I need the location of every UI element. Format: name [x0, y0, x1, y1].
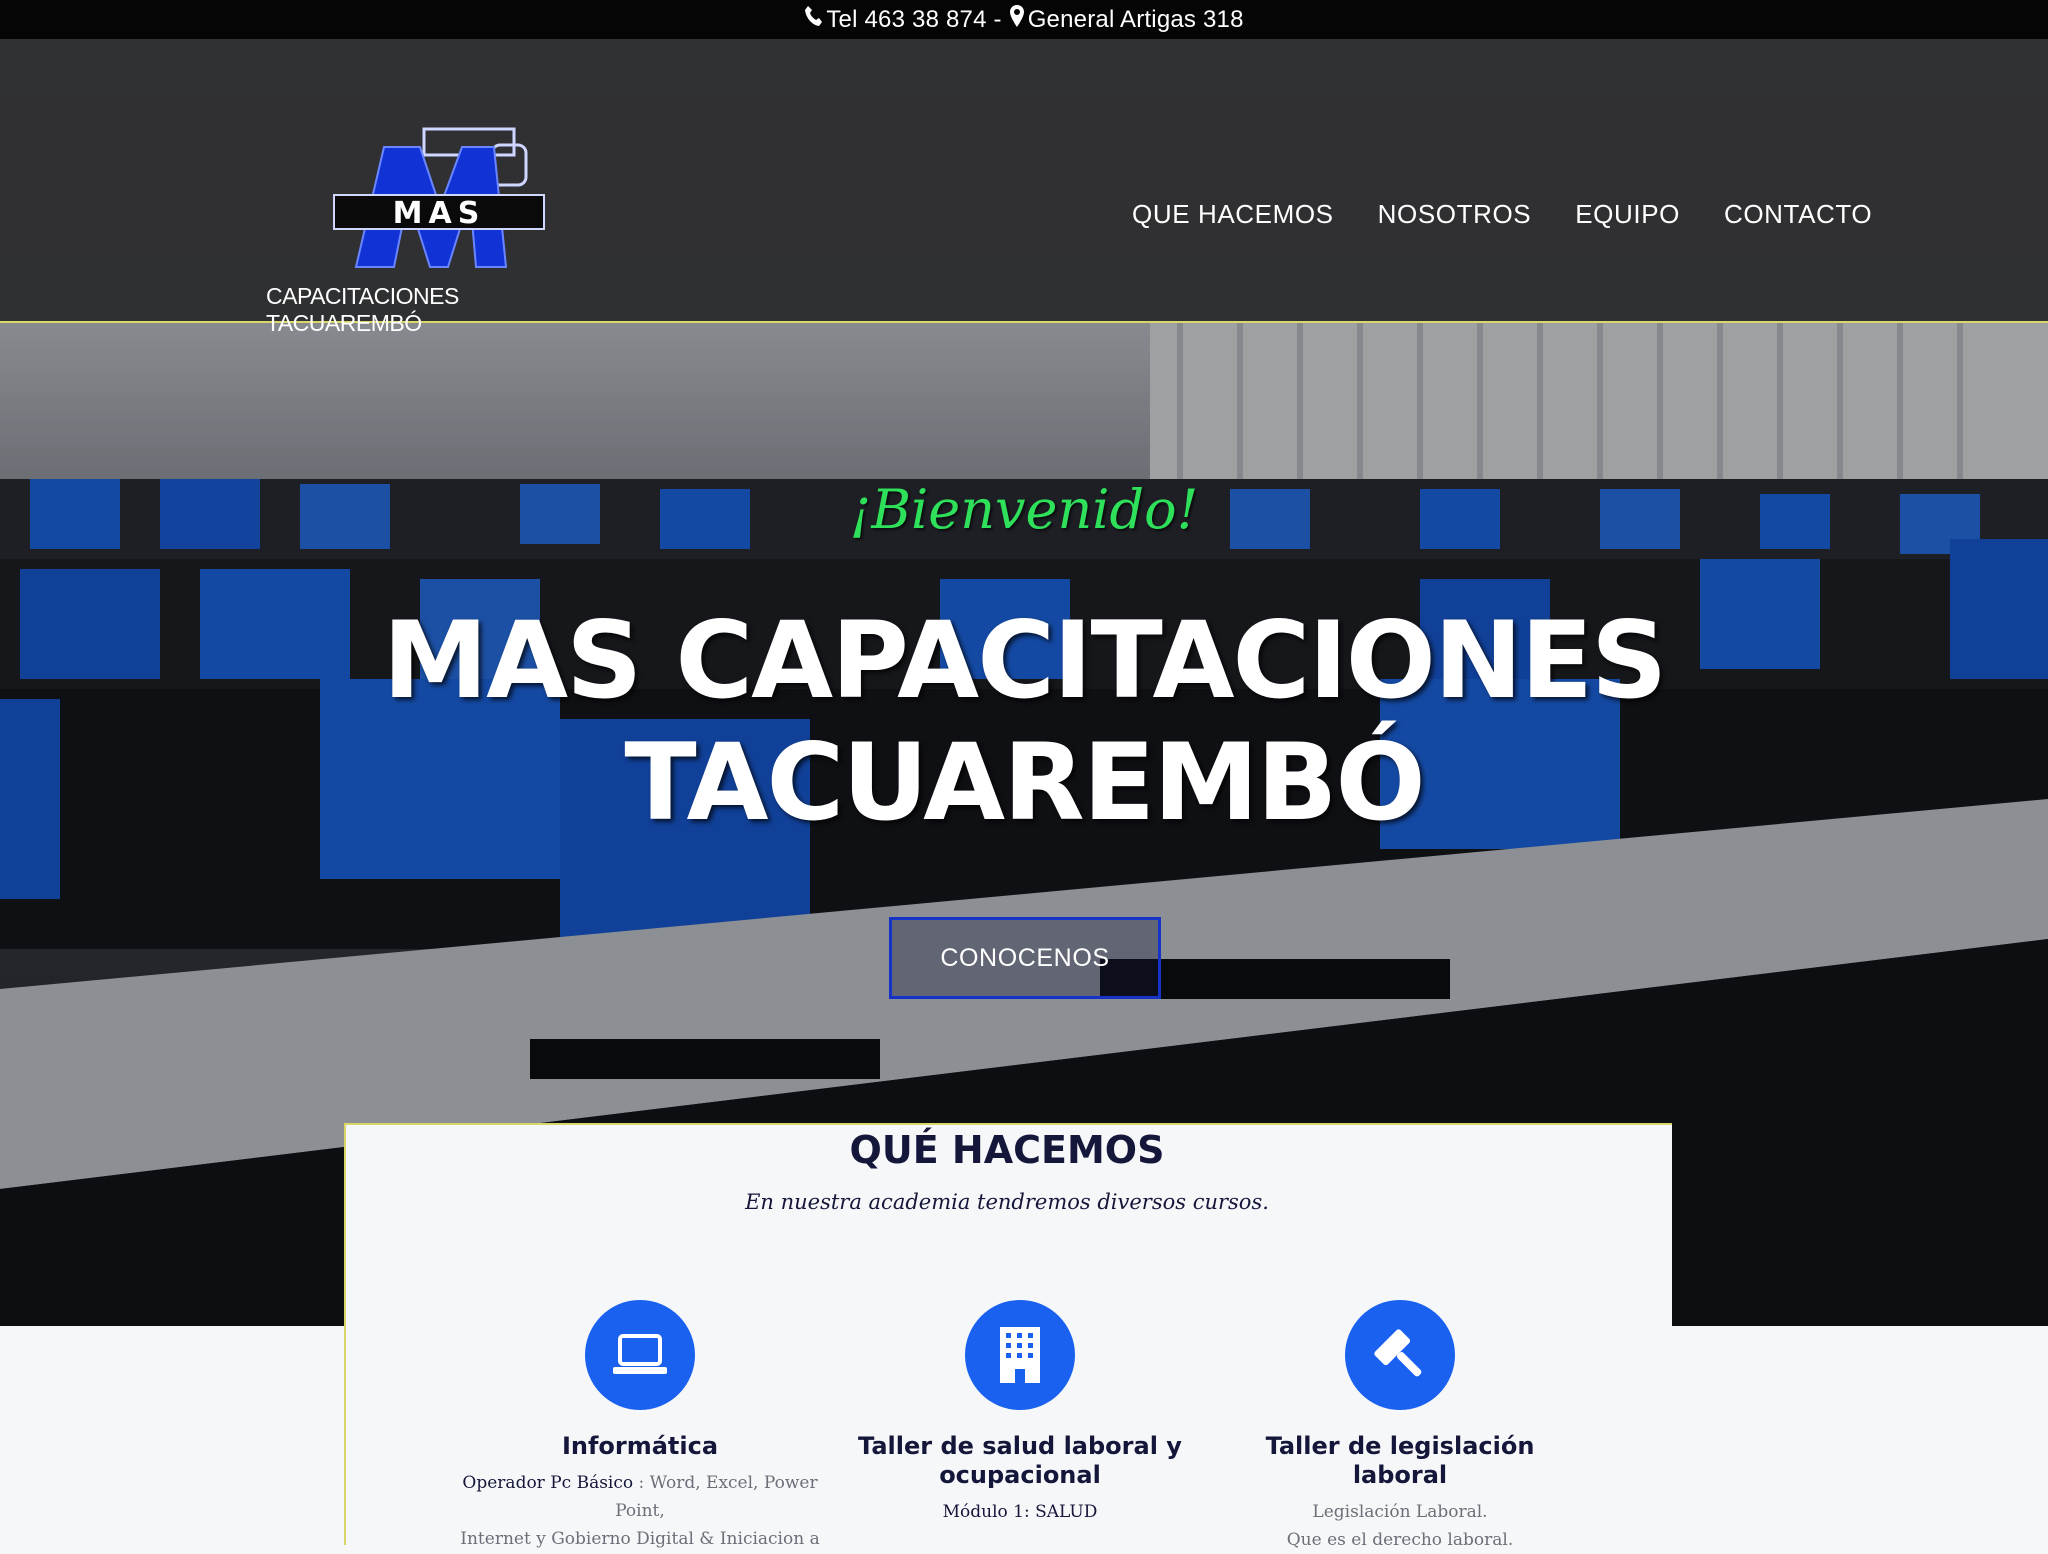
map-marker-icon: [1009, 5, 1024, 34]
card-text-line2: Internet y Gobierno Digital & Iniciacion…: [460, 1529, 820, 1549]
logo-caption: CAPACITACIONES TACUAREMBÓ: [266, 283, 459, 336]
conocenos-button[interactable]: CONOCENOS: [889, 917, 1161, 999]
nav-contacto[interactable]: CONTACTO: [1724, 199, 1872, 230]
card-informatica: Informática Operador Pc Básico : Word, E…: [455, 1300, 825, 1553]
nav-que-hacemos[interactable]: QUE HACEMOS: [1132, 199, 1334, 230]
card-title: Taller de legislación laboral: [1265, 1432, 1535, 1489]
hero-headline: MAS CAPACITACIONES TACUAREMBÓ: [0, 600, 2048, 844]
nav-nosotros[interactable]: NOSOTROS: [1378, 199, 1532, 230]
card-text-line1: Legislación Laboral.: [1312, 1502, 1488, 1522]
card-title: Informática: [561, 1432, 719, 1460]
nav-equipo[interactable]: EQUIPO: [1575, 199, 1680, 230]
card-legislacion-laboral: Taller de legislación laboral Legislació…: [1215, 1300, 1585, 1554]
laptop-icon: [585, 1300, 695, 1410]
card-text-line1: Módulo 1: SALUD: [942, 1502, 1098, 1522]
card-title: Taller de salud laboral y ocupacional: [858, 1432, 1182, 1489]
welcome-text: ¡Bienvenido!: [849, 478, 1199, 541]
card-text-rest: : Word, Excel, Power Point,: [615, 1473, 818, 1521]
phone-icon: [804, 5, 823, 34]
top-info-bar: Tel 463 38 874 - General Artigas 318: [0, 0, 2048, 40]
headline-line-2: TACUAREMBÓ: [624, 721, 1425, 844]
site-header: MAS CAPACITACIONES TACUAREMBÓ QUE HACEMO…: [0, 39, 2048, 336]
logo-mark: MAS: [333, 127, 545, 268]
card-text: Operador Pc Básico : Word, Excel, Power …: [455, 1469, 825, 1553]
card-text-line2: Que es el derecho laboral.: [1286, 1530, 1514, 1550]
card-text: Legislación Laboral. Que es el derecho l…: [1215, 1498, 1585, 1554]
logo-letters: MAS: [393, 196, 486, 231]
section-subtitle: En nuestra academia tendremos diversos c…: [745, 1190, 1269, 1214]
section-title: QUÉ HACEMOS: [849, 1128, 1165, 1172]
card-text-strong: Operador Pc Básico: [462, 1473, 634, 1493]
phone-text[interactable]: Tel 463 38 874 -: [826, 6, 1001, 34]
card-text: Módulo 1: SALUD: [835, 1498, 1205, 1526]
main-nav: QUE HACEMOS NOSOTROS EQUIPO CONTACTO: [1132, 199, 1872, 230]
site-logo[interactable]: MAS CAPACITACIONES TACUAREMBÓ: [262, 83, 572, 336]
building-icon: [965, 1300, 1075, 1410]
headline-line-1: MAS CAPACITACIONES: [382, 599, 1668, 722]
card-salud-laboral: Taller de salud laboral y ocupacional Mó…: [835, 1300, 1205, 1526]
address-text: General Artigas 318: [1027, 5, 1244, 33]
gavel-icon: [1345, 1300, 1455, 1410]
